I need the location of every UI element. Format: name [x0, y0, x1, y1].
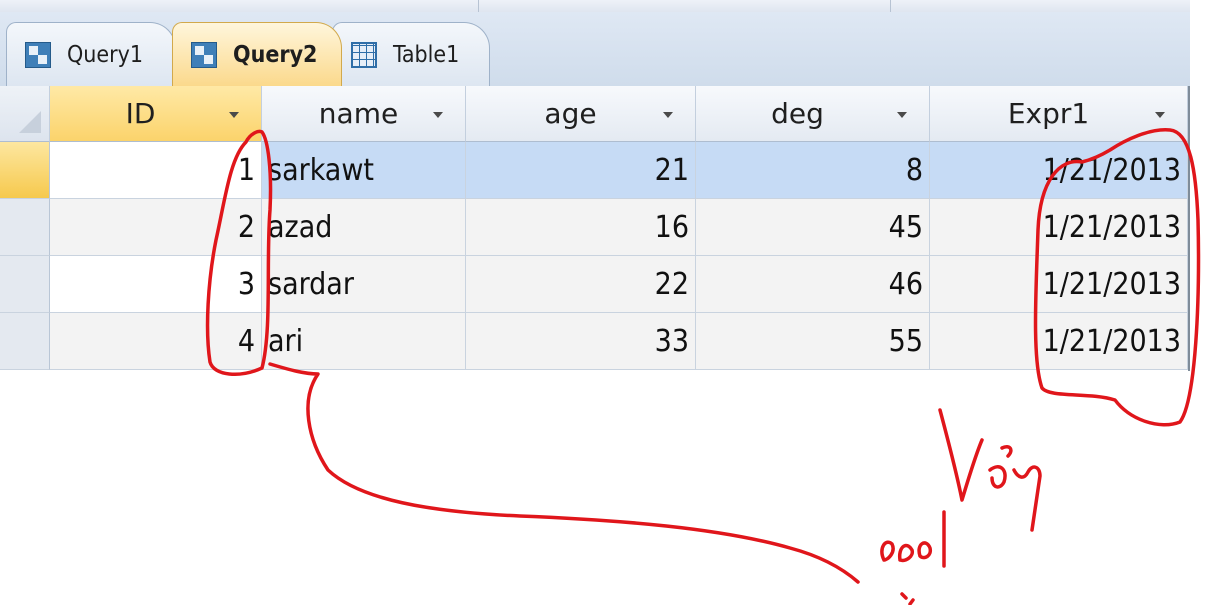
column-header-label: age: [544, 97, 597, 130]
tab-label: Query1: [67, 41, 144, 68]
column-header-id[interactable]: ID: [50, 86, 262, 142]
select-all-corner[interactable]: [0, 86, 50, 142]
document-tab-bar: Query1 Query2 Table1: [0, 12, 1190, 86]
column-header-label: name: [318, 97, 399, 130]
cell-expr1[interactable]: 1/21/2013: [930, 256, 1188, 313]
cell-age[interactable]: 22: [466, 256, 696, 313]
table-row[interactable]: 4 ari 33 55 1/21/2013: [0, 313, 1190, 370]
cell-expr1[interactable]: 1/21/2013: [930, 313, 1188, 370]
column-header-deg[interactable]: deg: [696, 86, 930, 142]
tab-label: Table1: [393, 41, 460, 68]
cell-age[interactable]: 33: [466, 313, 696, 370]
column-header-label: deg: [771, 97, 824, 130]
column-header-label: ID: [125, 97, 156, 130]
record-selector[interactable]: [0, 256, 50, 313]
cell-deg[interactable]: 45: [696, 199, 930, 256]
record-selector[interactable]: [0, 142, 50, 199]
chevron-down-icon[interactable]: [229, 111, 239, 118]
table-row[interactable]: 2 azad 16 45 1/21/2013: [0, 199, 1190, 256]
cell-id[interactable]: 2: [50, 199, 262, 256]
chevron-down-icon[interactable]: [663, 111, 673, 118]
column-header-name[interactable]: name: [262, 86, 466, 142]
cell-deg[interactable]: 55: [696, 313, 930, 370]
cell-deg[interactable]: 46: [696, 256, 930, 313]
column-header-expr1[interactable]: Expr1: [930, 86, 1188, 142]
column-header-age[interactable]: age: [466, 86, 696, 142]
ribbon-divider: [478, 0, 479, 12]
annotation-script: [880, 408, 1042, 568]
table-icon: [351, 41, 377, 68]
cell-name[interactable]: sarkawt: [262, 142, 466, 199]
annotation-connector: [268, 362, 860, 584]
grid-right-border: [1188, 86, 1190, 371]
tab-label: Query2: [233, 41, 318, 68]
cell-name[interactable]: ari: [262, 313, 466, 370]
cell-age[interactable]: 16: [466, 199, 696, 256]
cell-id[interactable]: 4: [50, 313, 262, 370]
record-selector[interactable]: [0, 313, 50, 370]
tab-query2[interactable]: Query2: [172, 22, 342, 86]
cell-expr1[interactable]: 1/21/2013: [930, 199, 1188, 256]
chevron-down-icon[interactable]: [1155, 111, 1165, 118]
cell-id[interactable]: 1: [50, 142, 262, 199]
cell-expr1[interactable]: 1/21/2013: [930, 142, 1188, 199]
chevron-down-icon[interactable]: [897, 111, 907, 118]
query-icon: [25, 41, 51, 68]
cell-name[interactable]: sardar: [262, 256, 466, 313]
cell-age[interactable]: 21: [466, 142, 696, 199]
tab-query1[interactable]: Query1: [6, 22, 176, 86]
query-icon: [191, 41, 217, 68]
cell-name[interactable]: azad: [262, 199, 466, 256]
annotation-dots: [900, 592, 915, 605]
cell-deg[interactable]: 8: [696, 142, 930, 199]
table-row[interactable]: 3 sardar 22 46 1/21/2013: [0, 256, 1190, 313]
cell-id[interactable]: 3: [50, 256, 262, 313]
record-selector[interactable]: [0, 199, 50, 256]
tab-table1[interactable]: Table1: [332, 22, 490, 86]
column-header-label: Expr1: [1007, 97, 1090, 130]
ribbon-divider: [890, 0, 891, 12]
chevron-down-icon[interactable]: [433, 111, 443, 118]
table-row[interactable]: 1 sarkawt 21 8 1/21/2013: [0, 142, 1190, 199]
